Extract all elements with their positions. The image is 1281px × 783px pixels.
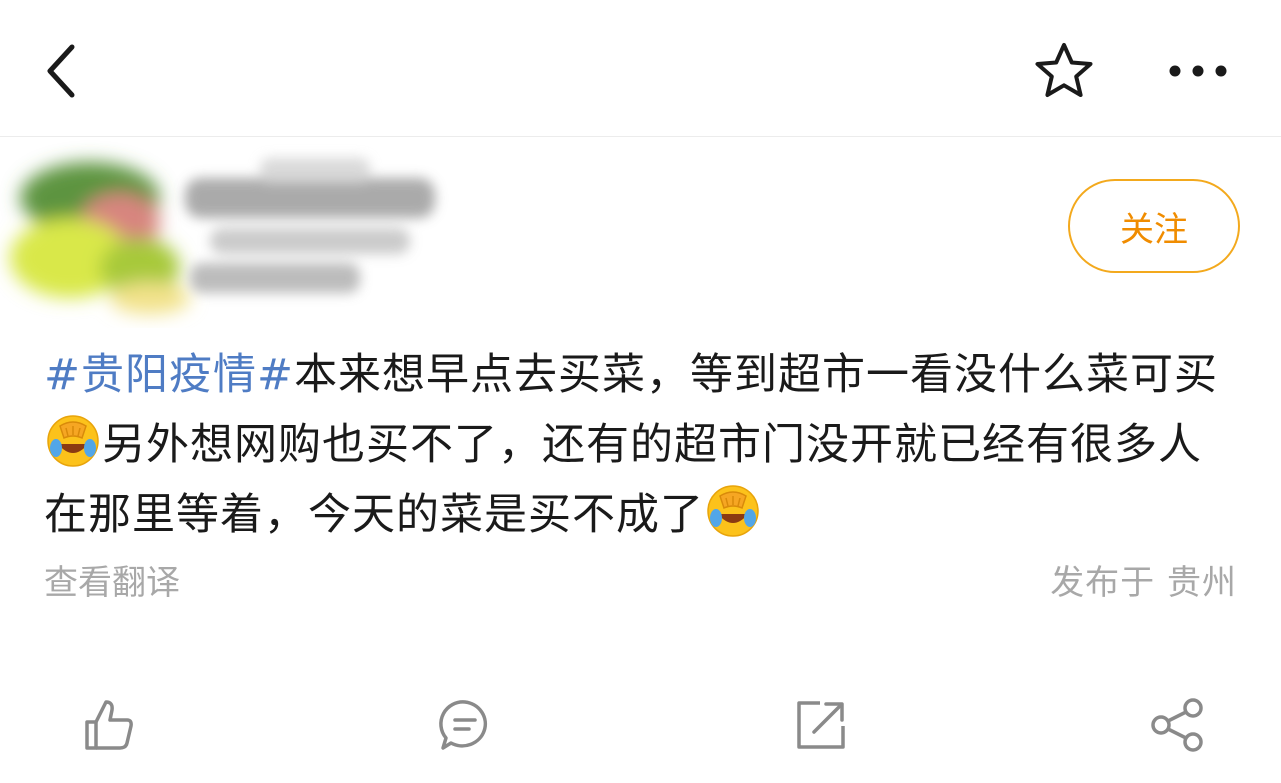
repost-button[interactable] (784, 688, 858, 762)
more-button[interactable] (1158, 40, 1238, 102)
comment-bubble-icon (439, 700, 488, 750)
hashtag-link[interactable]: #贵阳疫情# (44, 350, 294, 400)
post-text-segment-1: 本来想早点去买菜，等到超市一看没什么菜可买 (294, 350, 1219, 400)
post-text-segment-2: 另外想网购也买不了，还有的超市门没开就已经有很多人在那里等着，今天的菜是买不成了 (44, 420, 1202, 540)
like-button[interactable] (72, 688, 146, 762)
star-outline-icon (1035, 43, 1093, 97)
thumbs-up-icon (85, 700, 133, 750)
share-button[interactable] (1140, 688, 1214, 762)
post-content: #贵阳疫情#本来想早点去买菜，等到超市一看没什么菜可买 另外想网购也买不了，还有… (44, 340, 1244, 550)
repost-icon (797, 701, 845, 749)
translate-link[interactable]: 查看翻译 (44, 560, 180, 606)
post-location: 发布于 贵州 (1050, 563, 1237, 603)
favorite-button[interactable] (1028, 36, 1100, 106)
avatar-redacted-blur (10, 158, 435, 314)
action-bar (0, 680, 1281, 770)
follow-button[interactable]: 关注 (1068, 179, 1240, 273)
share-icon (1151, 698, 1203, 752)
facepalm-laughing-emoji (707, 485, 759, 537)
top-bar (0, 0, 1281, 137)
comment-button[interactable] (428, 688, 502, 762)
more-dots-icon (1169, 65, 1227, 77)
facepalm-laughing-emoji (47, 415, 99, 467)
chevron-left-icon (47, 44, 75, 98)
back-button[interactable] (30, 36, 94, 106)
